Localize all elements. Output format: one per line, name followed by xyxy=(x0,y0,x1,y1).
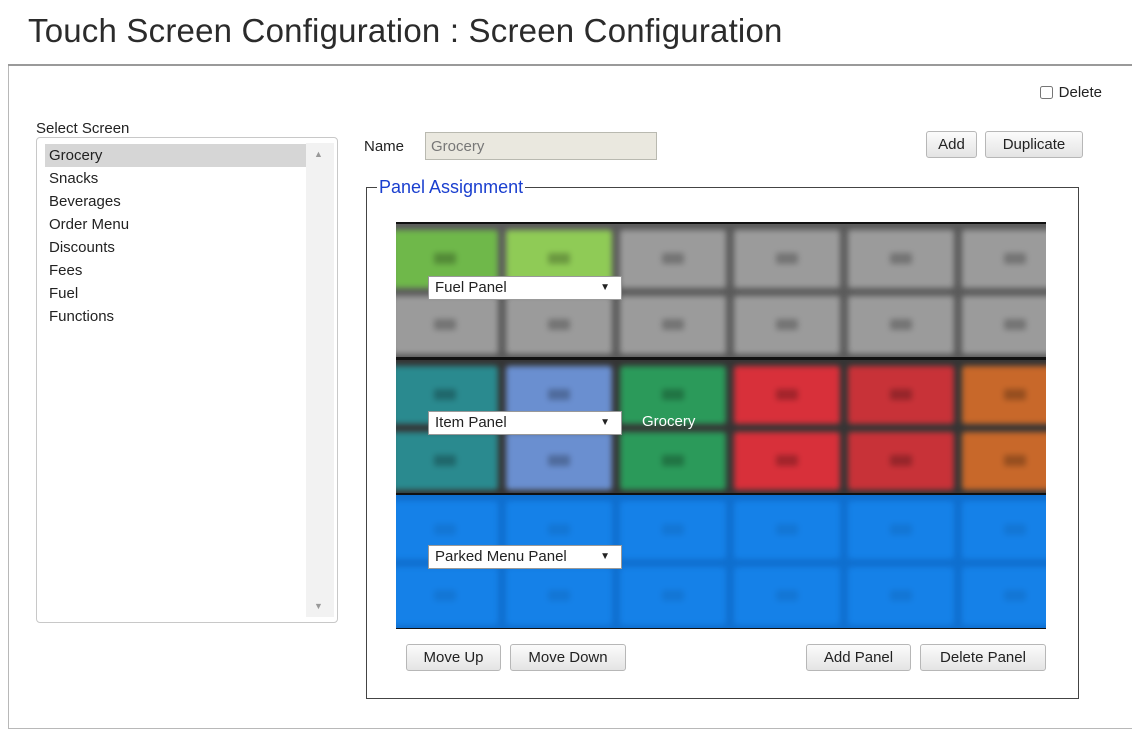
duplicate-button[interactable]: Duplicate xyxy=(985,131,1083,158)
add-panel-button[interactable]: Add Panel xyxy=(806,644,911,671)
delete-checkbox[interactable] xyxy=(1039,86,1053,99)
page-title: Touch Screen Configuration : Screen Conf… xyxy=(28,12,783,49)
screen-item-order-menu[interactable]: Order Menu xyxy=(45,213,309,236)
panel-type-select-1-value: Fuel Panel xyxy=(435,279,507,296)
screen-list-items: Grocery Snacks Beverages Order Menu Disc… xyxy=(45,144,309,328)
panel-type-select-2-value: Item Panel xyxy=(435,414,507,431)
panel-type-select-3-value: Parked Menu Panel xyxy=(435,548,567,565)
panel-stack: Fuel Panel ▼ Item Panel ▼ Grocery Parked… xyxy=(396,222,1046,629)
panel-type-select-1[interactable]: Fuel Panel ▼ xyxy=(428,276,622,300)
item-panel-caption: Grocery xyxy=(642,413,696,430)
panel-row-fuel[interactable]: Fuel Panel ▼ xyxy=(396,224,1046,357)
screen-item-snacks[interactable]: Snacks xyxy=(45,167,309,190)
screen-item-discounts[interactable]: Discounts xyxy=(45,236,309,259)
select-screen-label: Select Screen xyxy=(36,120,130,137)
screen-item-beverages[interactable]: Beverages xyxy=(45,190,309,213)
move-down-button[interactable]: Move Down xyxy=(510,644,626,671)
name-label: Name xyxy=(364,138,405,155)
panel-row-parked-menu[interactable]: Parked Menu Panel ▼ xyxy=(396,495,1046,628)
delete-checkbox-group[interactable]: Delete xyxy=(1039,84,1102,101)
move-up-button[interactable]: Move Up xyxy=(406,644,501,671)
dropdown-arrow-icon: ▼ xyxy=(600,551,610,562)
add-button[interactable]: Add xyxy=(926,131,977,158)
screen-item-grocery[interactable]: Grocery xyxy=(45,144,309,167)
dropdown-arrow-icon: ▼ xyxy=(600,417,610,428)
panel-assignment-legend: Panel Assignment xyxy=(379,177,524,197)
delete-label: Delete xyxy=(1058,84,1102,101)
name-input[interactable] xyxy=(425,132,657,160)
delete-panel-button[interactable]: Delete Panel xyxy=(920,644,1046,671)
panel-row-item[interactable]: Item Panel ▼ Grocery xyxy=(396,360,1046,493)
dropdown-arrow-icon: ▼ xyxy=(600,282,610,293)
scroll-up-icon[interactable]: ▲ xyxy=(314,149,323,159)
screen-listbox[interactable]: Grocery Snacks Beverages Order Menu Disc… xyxy=(36,137,338,623)
screen-item-fuel[interactable]: Fuel xyxy=(45,282,309,305)
screen-list-scrollbar[interactable]: ▲ ▼ xyxy=(306,143,334,617)
screen-item-fees[interactable]: Fees xyxy=(45,259,309,282)
panel-type-select-3[interactable]: Parked Menu Panel ▼ xyxy=(428,545,622,569)
screen-item-functions[interactable]: Functions xyxy=(45,305,309,328)
panel-type-select-2[interactable]: Item Panel ▼ xyxy=(428,411,622,435)
scroll-down-icon[interactable]: ▼ xyxy=(314,601,323,611)
